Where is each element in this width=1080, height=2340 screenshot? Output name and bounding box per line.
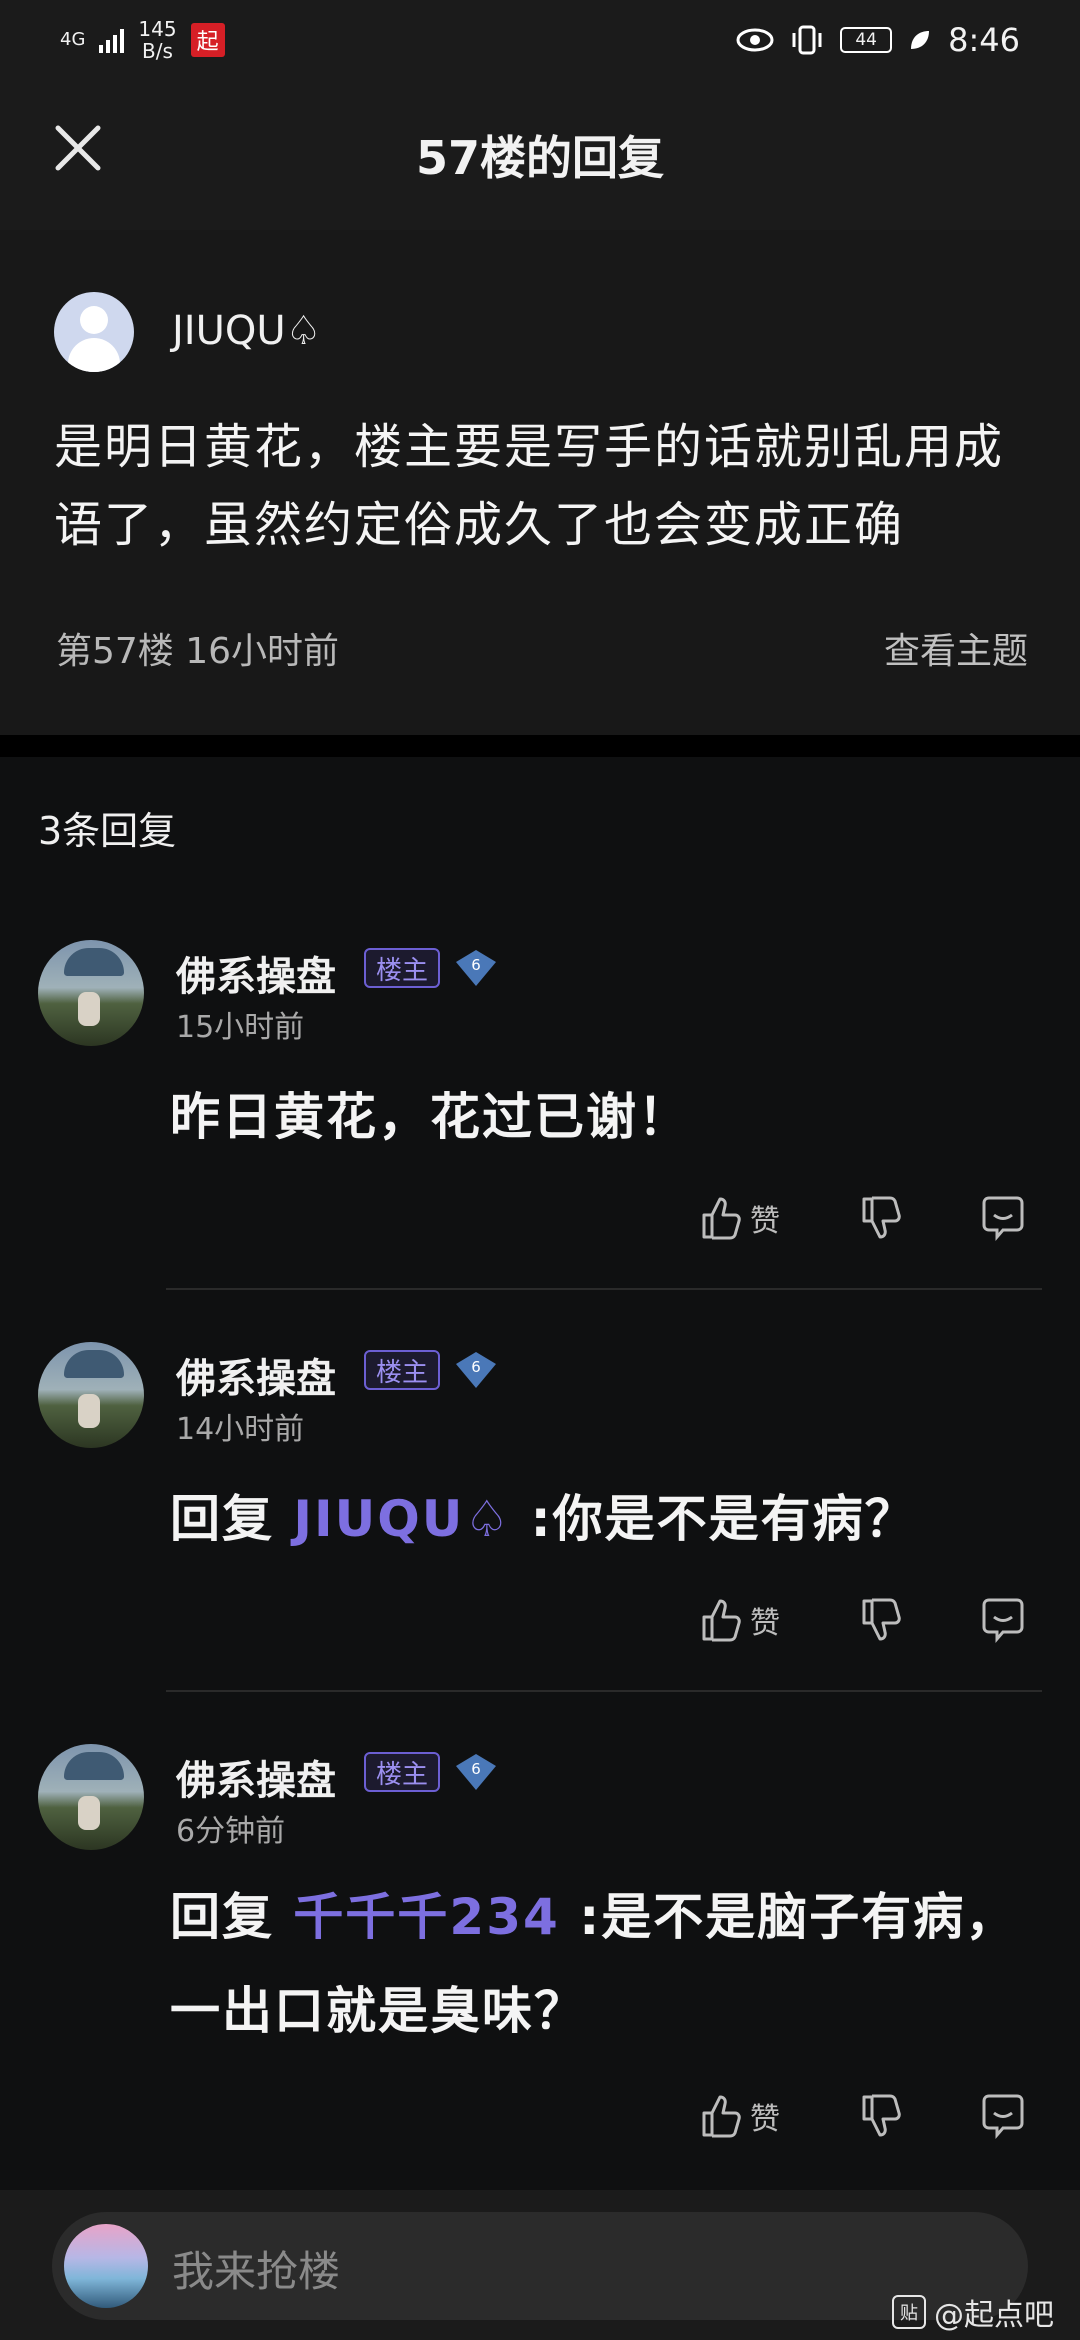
thumbs-up-icon xyxy=(702,1599,741,1642)
speed-unit: B/s xyxy=(142,39,173,63)
like-button[interactable]: 赞 xyxy=(696,1188,780,1248)
level-gem-icon: 6 xyxy=(456,950,496,986)
bottom-reply-bar: 我来抢楼 贴 @起点吧 xyxy=(0,2190,1080,2340)
reply-time: 6分钟前 xyxy=(176,1814,286,1849)
watermark-text: @起点吧 xyxy=(934,2298,1054,2333)
thumbs-down-icon xyxy=(862,1196,901,1239)
input-placeholder: 我来抢楼 xyxy=(172,2247,341,2296)
reply-divider xyxy=(166,1288,1042,1290)
avatar[interactable] xyxy=(54,292,134,372)
reply-content: 回复 JIUQU♤ :你是不是有病？ xyxy=(170,1472,1030,1566)
status-bar: 4G 145 B/s 起 44 8:46 xyxy=(0,0,1080,80)
level-gem-icon: 6 xyxy=(456,1352,496,1388)
svg-text:6: 6 xyxy=(471,956,481,974)
owner-badge: 楼主 xyxy=(364,948,440,988)
floor-time: 第57楼 16小时前 xyxy=(56,631,340,672)
battery-icon: 44 xyxy=(840,27,893,53)
network-indicator: 4G xyxy=(60,29,86,50)
avatar[interactable] xyxy=(38,940,144,1046)
network-speed: 145 B/s xyxy=(138,18,176,62)
vibrate-icon xyxy=(792,25,822,55)
close-icon xyxy=(55,125,101,171)
owner-badge: 楼主 xyxy=(364,1752,440,1792)
reply-actions: 赞 xyxy=(0,1188,1080,1248)
reply-text: 昨日黄花，花过已谢！ xyxy=(170,1088,690,1146)
reply-prefix: 回复 xyxy=(170,1490,294,1548)
mention-link[interactable]: 千千千234 xyxy=(293,1888,559,1946)
leaf-icon xyxy=(911,31,930,49)
qidian-app-icon: 起 xyxy=(190,23,225,57)
reply-actions: 赞 xyxy=(0,1590,1080,1650)
signal-icon xyxy=(99,27,125,53)
reply-username[interactable]: 佛系操盘 xyxy=(176,1748,336,1806)
reply-divider xyxy=(166,1690,1042,1692)
like-label: 赞 xyxy=(750,1204,780,1239)
section-divider xyxy=(0,735,1080,757)
watermark: 贴 @起点吧 xyxy=(892,2290,1054,2334)
reply-time: 14小时前 xyxy=(176,1412,305,1447)
avatar[interactable] xyxy=(38,1342,144,1448)
view-topic-link[interactable]: 查看主题 xyxy=(884,622,1028,674)
network-type: 4G xyxy=(60,29,86,50)
svg-text:6: 6 xyxy=(471,1358,481,1376)
close-button[interactable] xyxy=(48,120,108,180)
comment-icon xyxy=(982,1196,1024,1242)
header: 57楼的回复 xyxy=(0,80,1080,230)
page-title: 57楼的回复 xyxy=(415,131,664,185)
thumbs-up-icon xyxy=(702,2095,741,2138)
original-content: 是明日黄花，楼主要是写手的话就别乱用成语了，虽然约定俗成久了也会变成正确 xyxy=(54,419,1005,553)
like-button[interactable]: 赞 xyxy=(696,2086,780,2146)
thumbs-down-icon xyxy=(862,2094,901,2137)
dislike-button[interactable] xyxy=(856,1590,906,1650)
svg-text:6: 6 xyxy=(471,1760,481,1778)
speed-value: 145 xyxy=(138,17,177,41)
reply-username[interactable]: 佛系操盘 xyxy=(176,1346,336,1404)
replies-count: 3条回复 xyxy=(38,809,177,853)
eye-icon xyxy=(736,28,774,52)
thumbs-up-icon xyxy=(702,1197,741,1240)
mention-link[interactable]: JIUQU♤ xyxy=(293,1490,511,1548)
original-username[interactable]: JIUQU♤ xyxy=(172,308,322,354)
like-label: 赞 xyxy=(750,1606,780,1641)
comment-icon xyxy=(982,1598,1024,1644)
thumbs-down-icon xyxy=(862,1598,901,1641)
dislike-button[interactable] xyxy=(856,2086,906,2146)
avatar[interactable] xyxy=(38,1744,144,1850)
comment-button[interactable] xyxy=(978,1188,1028,1248)
like-button[interactable]: 赞 xyxy=(696,1590,780,1650)
reply-username[interactable]: 佛系操盘 xyxy=(176,944,336,1002)
reply-actions: 赞 xyxy=(0,2086,1080,2146)
original-post: JIUQU♤ 是明日黄花，楼主要是写手的话就别乱用成语了，虽然约定俗成久了也会变… xyxy=(0,230,1080,735)
dislike-button[interactable] xyxy=(856,1188,906,1248)
owner-badge: 楼主 xyxy=(364,1350,440,1390)
like-label: 赞 xyxy=(750,2102,780,2137)
comment-icon xyxy=(982,2094,1024,2140)
reply-time: 15小时前 xyxy=(176,1010,305,1045)
reply-text: :你是不是有病？ xyxy=(511,1490,917,1548)
comment-button[interactable] xyxy=(978,1590,1028,1650)
level-gem-icon: 6 xyxy=(456,1754,496,1790)
comment-button[interactable] xyxy=(978,2086,1028,2146)
avatar xyxy=(64,2224,148,2308)
clock: 8:46 xyxy=(948,21,1020,59)
reply-prefix: 回复 xyxy=(170,1888,294,1946)
reply-content: 昨日黄花，花过已谢！ xyxy=(170,1070,1030,1164)
reply-content: 回复 千千千234 :是不是脑子有病，一出口就是臭味？ xyxy=(170,1870,1030,2058)
tieba-icon: 贴 xyxy=(892,2295,926,2329)
reply-input[interactable]: 我来抢楼 xyxy=(52,2212,1028,2320)
